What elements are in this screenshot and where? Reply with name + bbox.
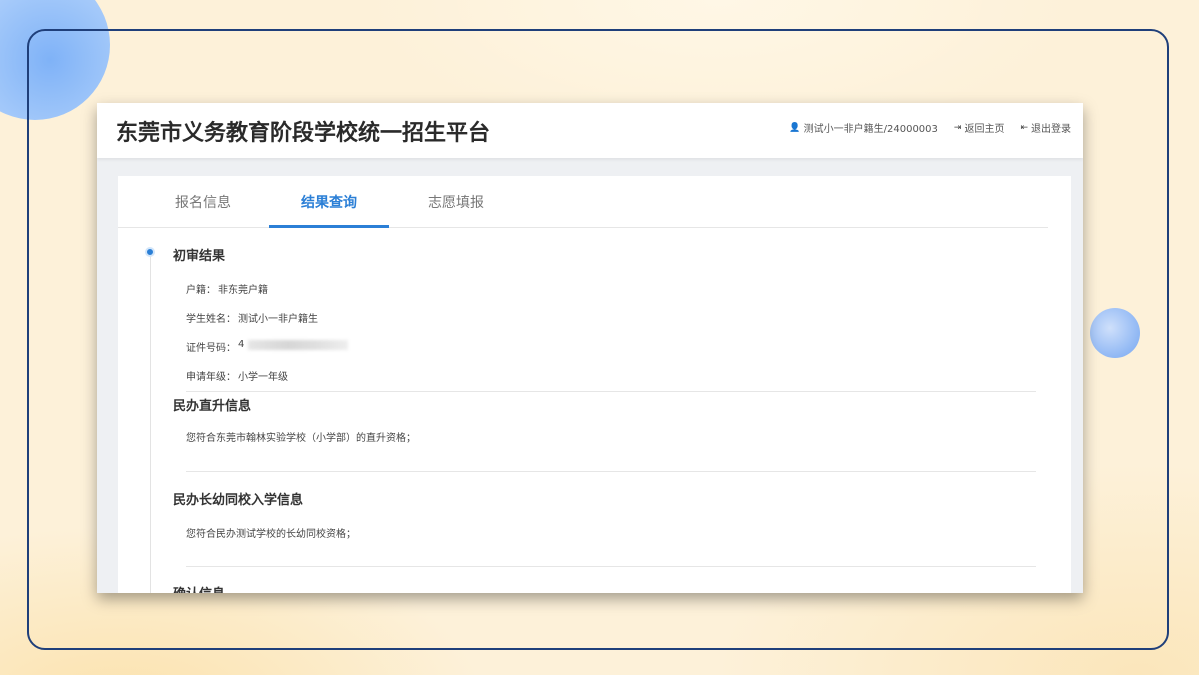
field-label: 证件号码： — [186, 343, 236, 354]
redacted-blur — [248, 340, 349, 350]
home-link[interactable]: ⇥ 返回主页 — [953, 120, 1005, 136]
private-upgrade-text: 您符合东莞市翰林实验学校（小学部）的直升资格； — [186, 433, 416, 444]
field-label: 申请年级： — [186, 372, 236, 383]
home-link-label: 返回主页 — [964, 124, 1005, 135]
timeline-line — [150, 256, 151, 593]
confirm-title: 确认信息 — [173, 583, 225, 593]
tab-preference-fill[interactable]: 志愿填报 — [426, 192, 486, 228]
tab-registration-info[interactable]: 报名信息 — [173, 192, 233, 228]
tab-bar: 报名信息 结果查询 志愿填报 — [118, 176, 1048, 228]
private-upgrade-title: 民办直升信息 — [173, 399, 252, 414]
divider — [186, 471, 1036, 472]
user-name: 测试小一非户籍生/24000003 — [803, 124, 938, 135]
private-sibling-text: 您符合民办测试学校的长幼同校资格； — [186, 529, 356, 540]
sign-in-icon: ⇥ — [953, 122, 962, 133]
logout-link-label: 退出登录 — [1031, 124, 1071, 135]
main-content: 报名信息 结果查询 志愿填报 初审结果 户籍： 非东莞户籍 学生姓名： 测试小一… — [118, 176, 1071, 593]
user-info[interactable]: 👤 测试小一非户籍生/24000003 — [789, 120, 938, 136]
screenshot-window: 东莞市义务教育阶段学校统一招生平台 👤 测试小一非户籍生/24000003 ⇥ … — [97, 103, 1083, 593]
field-grade: 申请年级： 小学一年级 — [186, 368, 288, 383]
logout-link[interactable]: ⇤ 退出登录 — [1020, 120, 1071, 136]
site-header: 东莞市义务教育阶段学校统一招生平台 👤 测试小一非户籍生/24000003 ⇥ … — [97, 103, 1083, 158]
sign-out-icon: ⇤ — [1020, 122, 1028, 133]
field-value: 小学一年级 — [238, 372, 288, 383]
field-value: 非东莞户籍 — [218, 285, 268, 296]
field-student-name: 学生姓名： 测试小一非户籍生 — [186, 310, 318, 325]
field-id-number: 证件号码： 4 — [186, 339, 349, 354]
private-sibling-title: 民办长幼同校入学信息 — [173, 493, 304, 508]
divider — [186, 566, 1036, 567]
field-household: 户籍： 非东莞户籍 — [186, 281, 268, 296]
field-value: 测试小一非户籍生 — [238, 314, 318, 325]
divider — [186, 391, 1036, 392]
field-value: 4 — [238, 339, 245, 350]
header-links: 👤 测试小一非户籍生/24000003 ⇥ 返回主页 ⇤ 退出登录 — [789, 120, 1071, 136]
review-title: 初审结果 — [173, 249, 226, 264]
field-label: 户籍： — [186, 285, 216, 296]
timeline-dot — [145, 247, 155, 257]
field-label: 学生姓名： — [186, 314, 236, 325]
tab-result-query[interactable]: 结果查询 — [269, 192, 389, 228]
user-icon: 👤 — [789, 122, 801, 133]
site-title: 东莞市义务教育阶段学校统一招生平台 — [116, 121, 491, 146]
